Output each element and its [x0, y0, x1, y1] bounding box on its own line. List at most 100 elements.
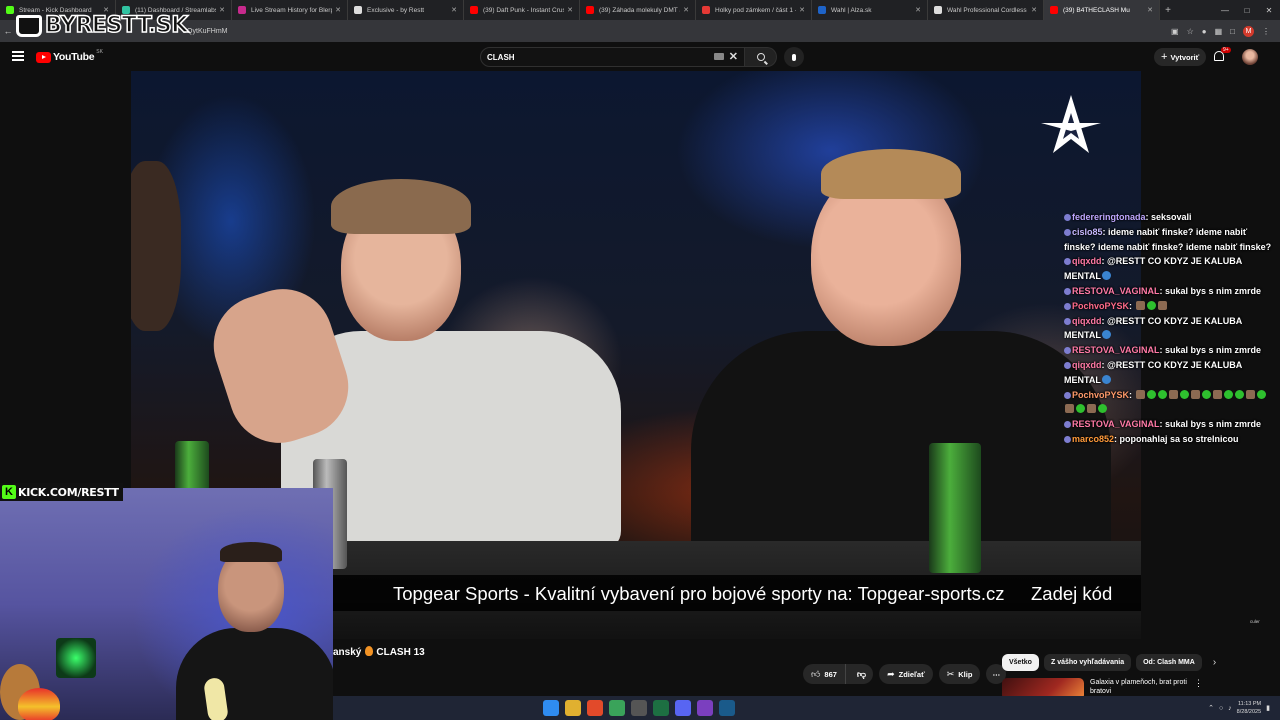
- minimize-icon[interactable]: —: [1214, 6, 1236, 15]
- video-title-suffix: CLASH 13: [376, 647, 425, 658]
- chat-username[interactable]: qiqxdd: [1072, 316, 1102, 326]
- cast-icon[interactable]: ▣: [1171, 27, 1179, 36]
- chat-username[interactable]: qiqxdd: [1072, 256, 1102, 266]
- chat-text: seksovali: [1151, 212, 1192, 222]
- account-avatar[interactable]: [1242, 49, 1258, 65]
- chat-username[interactable]: PochvoPYSK: [1072, 301, 1129, 311]
- chat-username[interactable]: cislo85: [1072, 227, 1103, 237]
- filter-chip[interactable]: Od: Clash MMA: [1136, 654, 1202, 671]
- chat-username[interactable]: federeringtonada: [1072, 212, 1146, 222]
- profile-avatar[interactable]: M: [1243, 25, 1254, 37]
- recommended-video-menu-icon[interactable]: ⋮: [1194, 678, 1203, 689]
- discord-icon[interactable]: [675, 700, 691, 716]
- close-window-icon[interactable]: ✕: [1258, 6, 1280, 15]
- chat-message: qiqxdd: @RESTT CO KDYZ JE KALUBA MENTAL: [1064, 314, 1276, 344]
- clock-time: 11:13 PM: [1238, 701, 1262, 707]
- chat-emote-icon: [1101, 271, 1111, 281]
- clock-date: 8/28/2025: [1236, 709, 1262, 715]
- chat-badge-icon: [1064, 287, 1071, 295]
- chips-next-icon[interactable]: ›: [1213, 657, 1216, 668]
- search-icon: [756, 53, 765, 61]
- tab-label: (39) B4THECLASH Mu: [1063, 6, 1130, 14]
- chat-username[interactable]: RESTOVA_VAGINAL: [1072, 286, 1160, 296]
- obs-icon[interactable]: [631, 700, 647, 716]
- dislike-button[interactable]: 👎︎: [850, 669, 873, 680]
- youtube-logo[interactable]: YouTube SK: [36, 49, 103, 63]
- voice-search-button[interactable]: [784, 47, 804, 67]
- extensions-puzzle-icon[interactable]: ▦: [1215, 27, 1223, 36]
- tab-label: Holky pod zámkem / část 1 -: [715, 6, 797, 14]
- windows-start-icon[interactable]: [543, 700, 559, 716]
- maximize-icon[interactable]: □: [1236, 6, 1258, 15]
- tab-close-icon[interactable]: ✕: [1031, 6, 1037, 14]
- tab-close-icon[interactable]: ✕: [335, 6, 341, 14]
- brave-browser-icon[interactable]: [587, 700, 603, 716]
- browser-tab[interactable]: Wahl | Alza.sk ✕: [812, 0, 928, 20]
- url-field[interactable]: CQytKuFHmM: [182, 28, 228, 35]
- windows-taskbar: ⌃ ○ ♪ 11:13 PM 8/28/2025 ▮: [333, 696, 1280, 720]
- browser-tab[interactable]: (39) Záhada molekuly DMT a ✕: [580, 0, 696, 20]
- create-button[interactable]: + Vytvoriť: [1154, 48, 1207, 66]
- system-clock[interactable]: 11:13 PM 8/28/2025: [1237, 700, 1261, 716]
- new-tab-button[interactable]: +: [1160, 0, 1176, 20]
- search-button[interactable]: [745, 47, 777, 67]
- webcam-streamer-hair: [220, 542, 282, 562]
- bookmark-star-icon[interactable]: ☆: [1187, 27, 1194, 36]
- chrome-icon[interactable]: [609, 700, 625, 716]
- microphone-icon: [792, 53, 796, 61]
- extension-icon[interactable]: ●: [1202, 27, 1207, 36]
- steam-icon[interactable]: [719, 700, 735, 716]
- browser-tab[interactable]: Holky pod zámkem / část 1 - ✕: [696, 0, 812, 20]
- network-icon[interactable]: ○: [1219, 705, 1223, 712]
- filter-chip[interactable]: Z vášho vyhľadávania: [1043, 654, 1132, 671]
- notification-center-icon[interactable]: ▮: [1266, 704, 1270, 712]
- tray-chevron-icon[interactable]: ⌃: [1208, 704, 1214, 712]
- search-input[interactable]: CLASH ✕: [480, 47, 745, 67]
- menu-icon[interactable]: [12, 51, 24, 61]
- chat-username[interactable]: RESTOVA_VAGINAL: [1072, 345, 1160, 355]
- browser-tab[interactable]: (39) Daft Punk - Instant Crush ✕: [464, 0, 580, 20]
- tab-close-icon[interactable]: ✕: [451, 6, 457, 14]
- volume-icon[interactable]: ♪: [1228, 705, 1232, 712]
- chat-badge-icon: [1064, 214, 1071, 221]
- browser-tab[interactable]: Live Stream History for Blerp ✕: [232, 0, 348, 20]
- chat-message: RESTOVA_VAGINAL: sukal bys s nim zmrde: [1064, 343, 1276, 358]
- chat-username[interactable]: PochvoPYSK: [1072, 390, 1129, 400]
- tab-close-icon[interactable]: ✕: [219, 6, 225, 14]
- browser-menu-icon[interactable]: ⋮: [1262, 27, 1270, 36]
- clip-button[interactable]: ✂ Klip: [938, 664, 981, 684]
- browser-tab[interactable]: Exclusive - by Restt ✕: [348, 0, 464, 20]
- browser-tab[interactable]: Wahl Professional Cordless ✕: [928, 0, 1044, 20]
- like-button[interactable]: 👍︎ 867: [803, 664, 846, 684]
- chat-username[interactable]: RESTOVA_VAGINAL: [1072, 419, 1160, 429]
- tab-close-icon[interactable]: ✕: [915, 6, 921, 14]
- clear-search-icon[interactable]: ✕: [729, 50, 738, 63]
- filter-chip[interactable]: Všetko: [1002, 654, 1039, 671]
- file-explorer-icon[interactable]: [565, 700, 581, 716]
- keyboard-icon[interactable]: [714, 53, 724, 60]
- recommended-video-title[interactable]: Galaxia v plameňoch, brat proti bratovi: [1090, 678, 1200, 696]
- app-icon[interactable]: [697, 700, 713, 716]
- chat-message: PochvoPYSK:: [1064, 299, 1276, 314]
- tab-favicon-icon: [470, 6, 478, 14]
- chat-username[interactable]: qiqxdd: [1072, 360, 1102, 370]
- tab-close-icon[interactable]: ✕: [683, 6, 689, 14]
- tab-search-icon[interactable]: □: [1230, 27, 1235, 36]
- tab-close-icon[interactable]: ✕: [1147, 6, 1153, 14]
- chat-badge-icon: [1064, 361, 1071, 369]
- search-query: CLASH: [487, 52, 515, 62]
- chat-emote-icon: [1098, 404, 1107, 414]
- browser-tab[interactable]: (39) B4THECLASH Mu ✕: [1044, 0, 1160, 20]
- tab-close-icon[interactable]: ✕: [799, 6, 805, 14]
- stream-chat-overlay: federeringtonada: seksovali cislo85: idem…: [1064, 210, 1276, 447]
- back-icon[interactable]: ←: [0, 26, 16, 36]
- chat-emote-icon: [1234, 389, 1244, 399]
- chat-username[interactable]: marco852: [1072, 434, 1114, 444]
- chat-emote-icon: [1146, 389, 1156, 399]
- fire-icon: [365, 646, 374, 656]
- excel-icon[interactable]: [653, 700, 669, 716]
- create-label: Vytvoriť: [1170, 52, 1200, 62]
- tab-close-icon[interactable]: ✕: [567, 6, 573, 14]
- share-button[interactable]: ➦ Zdieľať: [879, 664, 933, 684]
- recommendation-filter-chips: Všetko Z vášho vyhľadávania Od: Clash MMA ›: [1002, 654, 1216, 671]
